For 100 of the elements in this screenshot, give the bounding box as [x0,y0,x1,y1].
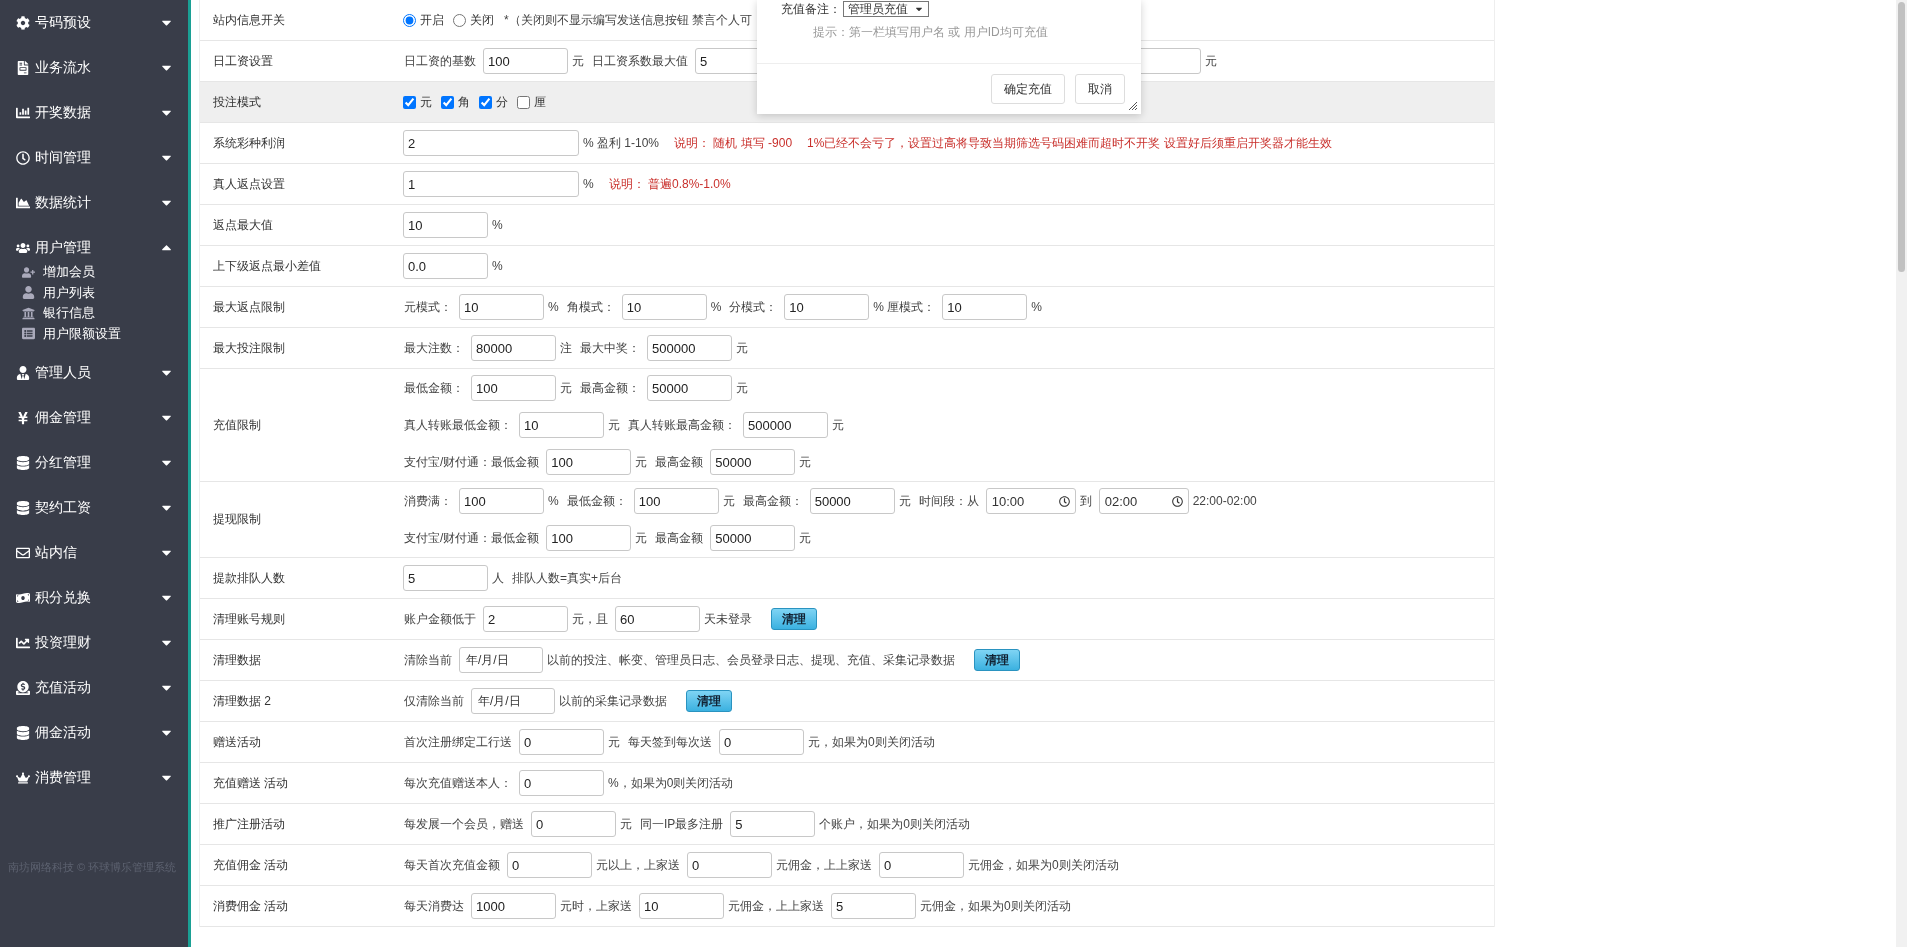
nav-item[interactable]: 业务流水 [0,45,188,90]
nav-item[interactable]: 开奖数据 [0,90,188,135]
checkbox[interactable] [403,95,416,109]
field-text: 元 [571,52,585,70]
date-field[interactable]: 年/月/日 [459,647,543,673]
input-field[interactable]: 0 [519,729,604,755]
input-field[interactable]: 100 [471,375,556,401]
input-field[interactable]: 50000 [647,375,732,401]
input-field[interactable]: 0 [531,811,616,837]
input-field[interactable]: 500000 [743,412,828,438]
option-label: 关闭 [470,11,494,29]
resize-grip-icon[interactable] [1128,101,1138,111]
nav-subitem[interactable]: 银行信息 [22,303,188,324]
bank-icon [22,306,35,320]
nav-item[interactable]: 积分兑换 [0,575,188,620]
field-text: 日工资的基数 [403,52,477,70]
input-field[interactable]: 1000 [471,893,556,919]
time-field[interactable]: 02:00 [1098,488,1189,514]
input-field[interactable]: 80000 [471,335,556,361]
input-field[interactable]: 5 [730,811,816,837]
field-text: 每次充值赠送本人： [403,774,513,792]
nav-subitem[interactable]: 用户列表 [22,282,188,303]
date-field[interactable]: 年/月/日 [471,688,555,714]
clear-button[interactable]: 清理 [771,608,817,630]
time-field[interactable]: 10:00 [985,488,1076,514]
scrollbar-thumb[interactable] [1898,2,1905,272]
field-text: 每天签到每次送 [627,733,713,751]
field-text: 人 [491,569,505,587]
input-field[interactable]: 100 [483,48,568,74]
field-text: % 盈利 1-10% [582,134,661,152]
input-field[interactable]: 0.0 [403,253,488,279]
nav-item[interactable]: 投资理财 [0,620,188,665]
input-field[interactable]: 1 [403,171,579,197]
row-label: 日工资设置 [212,52,274,70]
input-field[interactable]: 0 [719,729,804,755]
field-text: 以前的采集记录数据 [558,692,668,710]
radio-button[interactable] [403,13,416,27]
input-field[interactable]: 50000 [710,525,796,551]
row-label: 提款排队人数 [212,569,286,587]
field-text: % [547,300,560,314]
checkbox[interactable] [441,95,454,109]
database-icon [16,455,30,470]
field-text: 个账户，如果为0则关闭活动 [818,815,972,833]
field-text: 以前的投注、帐变、管理员日志、会员登录日志、提现、充值、采集记录数据 [546,651,956,669]
input-field[interactable]: 60 [615,606,700,632]
clear-button[interactable]: 清理 [974,649,1020,671]
input-field[interactable]: 10 [784,294,870,320]
nav-item[interactable]: 充值活动 [0,665,188,710]
input-field[interactable]: 0 [879,852,964,878]
checkbox[interactable] [517,95,530,109]
field-text: 元 [634,529,649,547]
field-text: % [491,259,504,273]
input-field[interactable]: 0 [519,770,604,796]
nav-item[interactable]: 时间管理 [0,135,188,180]
input-field[interactable]: 100 [459,488,544,514]
input-field[interactable]: 2 [483,606,568,632]
input-field[interactable]: 100 [633,488,719,514]
nav-item[interactable]: 分红管理 [0,440,188,485]
checkbox[interactable] [479,95,492,109]
input-field[interactable]: 100 [546,525,632,551]
option-label: 厘 [534,93,546,111]
field-text: 元佣金，上上家送 [727,897,825,915]
field-text: 最低金额： [403,379,465,397]
row-label: 投注模式 [212,93,262,111]
field-text: 注 [559,339,573,357]
nav-subitem[interactable]: 用户限额设置 [22,323,188,344]
nav-item[interactable]: 数据统计 [0,180,188,225]
input-field[interactable]: 10 [942,294,1028,320]
nav-item[interactable]: 消费管理 [0,755,188,800]
input-field[interactable]: 50000 [710,449,796,475]
input-field[interactable]: 5 [403,565,488,591]
field-text: 元 [634,453,649,471]
input-field[interactable]: 0 [507,852,592,878]
input-field[interactable]: 10 [621,294,707,320]
input-field[interactable]: 10 [459,294,544,320]
input-field[interactable]: 5 [831,893,916,919]
input-field[interactable]: 100 [546,449,632,475]
row-label: 提现限制 [212,511,262,528]
dialog-button[interactable]: 取消 [1075,74,1125,104]
remark-select[interactable]: 管理员充值 [843,1,929,17]
input-field[interactable]: 10 [519,412,604,438]
nav-item[interactable]: 佣金管理 [0,395,188,440]
dialog-button[interactable]: 确定充值 [991,74,1065,104]
nav-item[interactable]: 管理人员 [0,350,188,395]
nav-subitem[interactable]: 增加会员 [22,262,188,283]
clear-button[interactable]: 清理 [686,690,732,712]
input-field[interactable]: 0 [687,852,772,878]
input-field[interactable]: 500000 [647,335,732,361]
nav-item[interactable]: 号码预设 [0,0,188,45]
nav-item[interactable]: 契约工资 [0,485,188,530]
input-field[interactable]: 10 [403,212,488,238]
nav-item[interactable]: 佣金活动 [0,710,188,755]
radio-button[interactable] [453,13,466,27]
input-field[interactable]: 2 [403,130,579,156]
nav-item[interactable]: 站内信 [0,530,188,575]
field-text: 最低金额： [565,492,628,510]
field-text: 仅清除当前 [403,692,465,710]
row-label: 充值赠送 活动 [212,774,290,792]
input-field[interactable]: 50000 [809,488,895,514]
input-field[interactable]: 10 [639,893,724,919]
